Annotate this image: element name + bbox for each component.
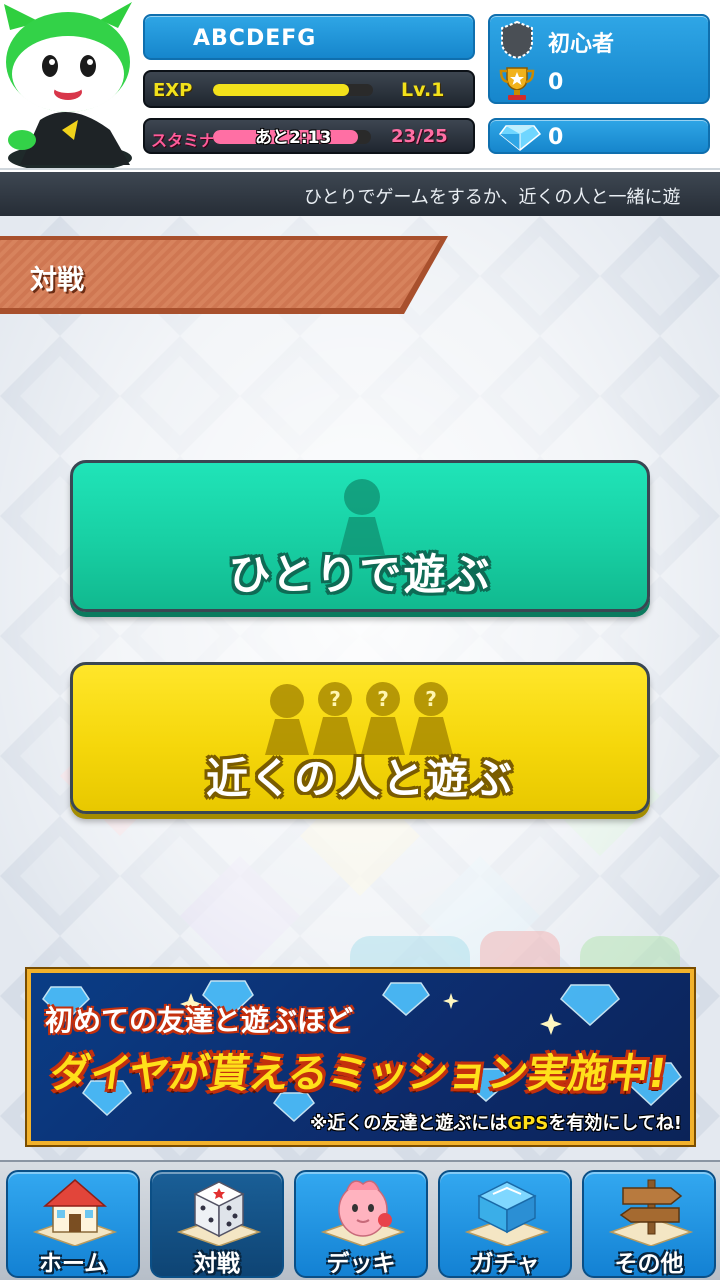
badge-placeholder-icon [501,20,533,60]
nav-deck-label: デッキ [326,1251,396,1277]
nav-other-label: その他 [614,1251,684,1277]
nav-other-button[interactable]: その他 [582,1170,716,1278]
diamond-panel[interactable]: 0 [488,118,710,154]
banner-note-suffix: を有効にしてね! [548,1113,682,1134]
player-name-panel[interactable]: ABCDEFG [143,14,475,60]
rank-panel[interactable]: 初心者 0 [488,14,710,104]
character-icon [320,1180,406,1246]
nav-deck-button[interactable]: デッキ [294,1170,428,1278]
trophy-icon [499,67,535,100]
battle-menu-screen: 対戦 ひとりで遊ぶ ? ? ? 近くの人と遊ぶ 初めての友達と遊ぶほど ダイヤが… [0,216,720,1160]
diamond-icon [498,125,542,151]
level-label: Lv.1 [401,79,445,101]
banner-note-prefix: ※近くの友達と遊ぶには [309,1113,508,1134]
status-header: ABCDEFG EXP Lv.1 スタミナ あと2:13 23/25 初心者 0 [0,0,720,170]
solo-play-label: ひとりで遊ぶ [228,550,492,599]
exp-progress-fill [213,84,349,96]
nav-home-button[interactable]: ホーム [6,1170,140,1278]
stamina-label: スタミナ [151,131,216,150]
svg-text:?: ? [425,687,437,711]
bottom-navigation: ホーム 対戦 デッキ ガチャ その他 [0,1160,720,1280]
player-name: ABCDEFG [193,26,317,51]
banner-headline: 初めての友達と遊ぶほど [45,1004,354,1037]
dice-icon [176,1181,262,1246]
exp-label: EXP [153,80,193,101]
trophy-count: 0 [548,70,564,95]
svg-text:?: ? [329,687,341,711]
nav-home-label: ホーム [38,1251,108,1277]
nav-battle-button[interactable]: 対戦 [150,1170,284,1278]
signpost-icon [608,1179,694,1246]
banner-note-gps: GPS [507,1113,549,1134]
rank-title: 初心者 [548,32,615,57]
stamina-timer: あと2:13 [255,128,332,148]
diamond-count: 0 [548,125,564,150]
banner-subheadline: ダイヤが貰えるミッション実施中! [47,1051,670,1097]
crystal-icon [464,1181,550,1246]
message-ticker: ひとりでゲームをするか、近くの人と一緒に遊 [0,172,720,216]
svg-text:?: ? [377,687,389,711]
solo-play-button[interactable]: ひとりで遊ぶ [70,460,650,612]
stamina-panel: スタミナ あと2:13 23/25 [143,118,475,154]
exp-progress-bar [213,84,373,96]
mascot-avatar[interactable] [0,0,145,168]
section-title: 対戦 [30,265,84,296]
nav-battle-label: 対戦 [194,1251,240,1277]
house-icon [32,1179,118,1246]
ticker-text: ひとりでゲームをするか、近くの人と一緒に遊 [304,187,681,208]
nearby-play-label: 近くの人と遊ぶ [205,754,514,803]
nav-gacha-button[interactable]: ガチャ [438,1170,572,1278]
stamina-count: 23/25 [391,126,448,147]
mission-banner[interactable]: 初めての友達と遊ぶほど ダイヤが貰えるミッション実施中! ※近くの友達と遊ぶには… [27,969,694,1145]
exp-panel: EXP Lv.1 [143,70,475,108]
nearby-play-button[interactable]: ? ? ? 近くの人と遊ぶ [70,662,650,814]
banner-note: ※近くの友達と遊ぶにはGPSを有効にしてね! [310,1109,682,1135]
nav-gacha-label: ガチャ [470,1251,540,1277]
